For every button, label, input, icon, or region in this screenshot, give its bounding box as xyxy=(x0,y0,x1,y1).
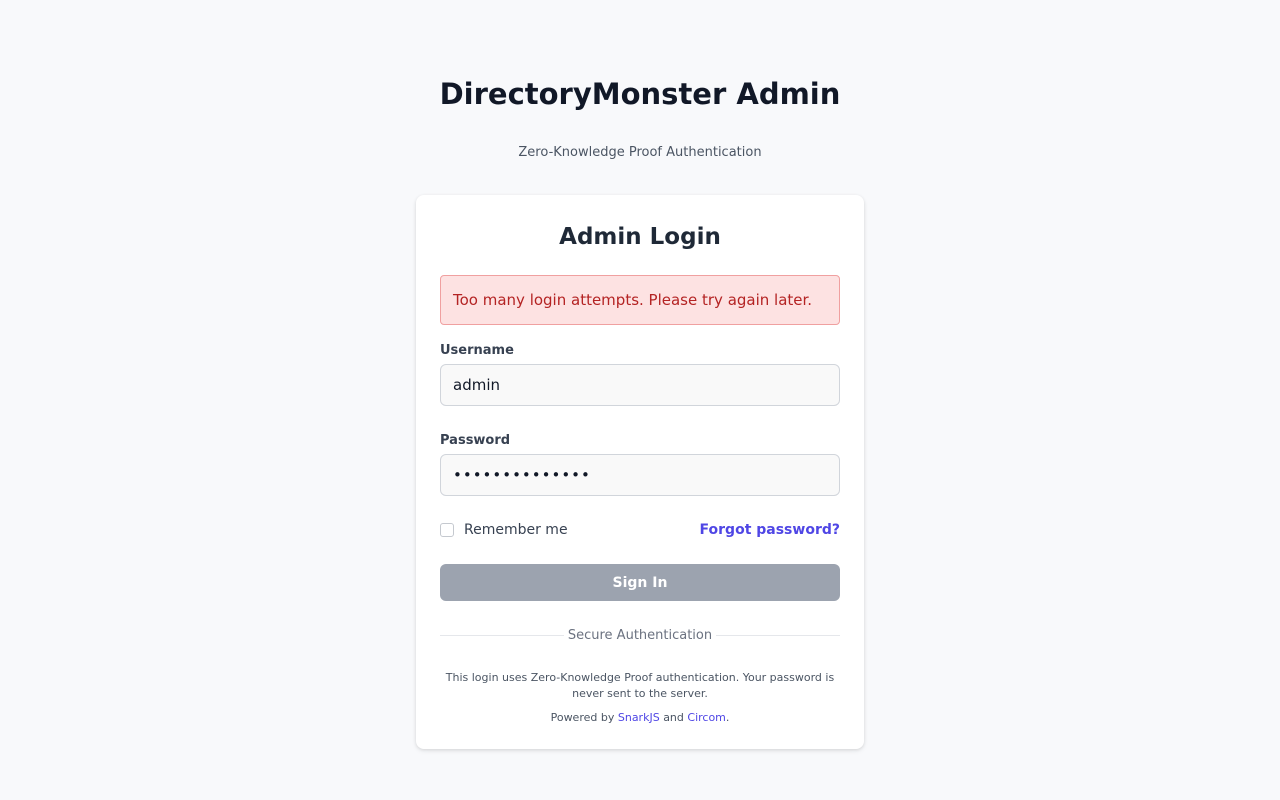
username-input[interactable] xyxy=(440,364,840,406)
password-input[interactable] xyxy=(440,454,840,496)
error-alert: Too many login attempts. Please try agai… xyxy=(440,275,840,325)
remember-me-checkbox[interactable] xyxy=(440,523,454,537)
divider-right xyxy=(716,635,840,636)
remember-me-label[interactable]: Remember me xyxy=(464,521,568,539)
app-title: DirectoryMonster Admin xyxy=(439,77,841,111)
username-label: Username xyxy=(440,343,514,358)
zkp-info-text: This login uses Zero-Knowledge Proof aut… xyxy=(445,671,835,700)
login-title: Admin Login xyxy=(559,224,721,250)
powered-by-and: and xyxy=(663,711,684,724)
powered-by-prefix: Powered by xyxy=(550,711,615,724)
sign-in-button[interactable]: Sign In xyxy=(440,564,840,601)
password-label: Password xyxy=(440,433,511,448)
login-card: Admin Login Too many login attempts. Ple… xyxy=(416,195,864,749)
powered-by-suffix: . xyxy=(725,711,730,724)
powered-by-line: Powered by SnarkJS and Circom. xyxy=(440,710,840,726)
app-subtitle: Zero-Knowledge Proof Authentication xyxy=(518,145,762,160)
circom-link[interactable]: Circom xyxy=(687,711,726,724)
login-page: DirectoryMonster Admin Zero-Knowledge Pr… xyxy=(0,0,1280,800)
snarkjs-link[interactable]: SnarkJS xyxy=(618,711,660,724)
remember-me-row: Remember me xyxy=(440,521,568,539)
divider-left xyxy=(440,635,564,636)
divider-text: Secure Authentication xyxy=(567,628,713,643)
forgot-password-link[interactable]: Forgot password? xyxy=(700,521,840,539)
